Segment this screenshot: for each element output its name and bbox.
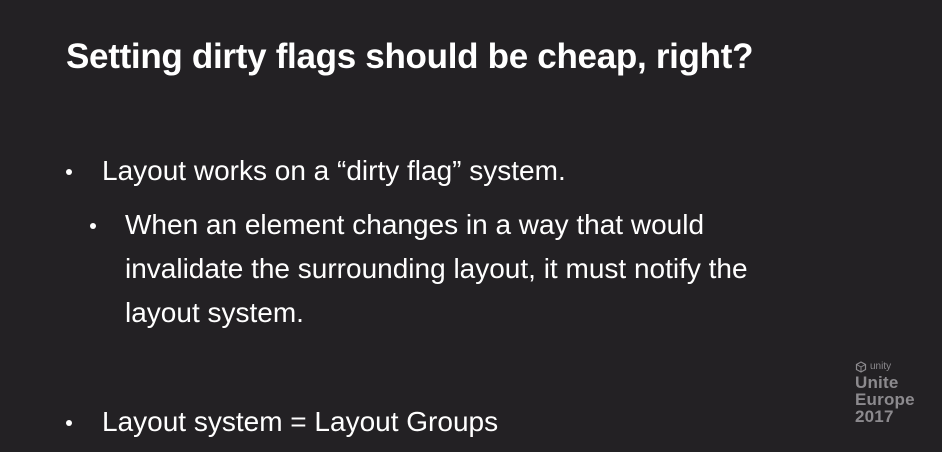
logo-line-europe: Europe [855,390,915,409]
slide-title: Setting dirty flags should be cheap, rig… [66,37,754,76]
unity-brand: unity [855,360,935,374]
bullet-dot-icon [66,169,72,175]
logo-line-unite: Unite [855,373,899,392]
bullet-text: Layout system = Layout Groups [102,406,499,437]
unity-wordmark: unity [870,361,892,372]
bullet-item-3: Layout system = Layout Groups [66,400,498,444]
unity-cube-icon [855,361,867,373]
slide: Setting dirty flags should be cheap, rig… [0,0,942,452]
logo-line-year: 2017 [855,407,894,426]
bullet-item-2-sub: When an element changes in a way that wo… [90,203,770,335]
bullet-text: When an element changes in a way that wo… [125,209,748,328]
bullet-dot-icon [90,223,96,229]
unite-europe-logo: unity Unite Europe 2017 [855,360,935,425]
bullet-dot-icon [66,420,72,426]
bullet-text: Layout works on a “dirty flag” system. [102,155,566,186]
bullet-item-1: Layout works on a “dirty flag” system. [66,149,566,193]
